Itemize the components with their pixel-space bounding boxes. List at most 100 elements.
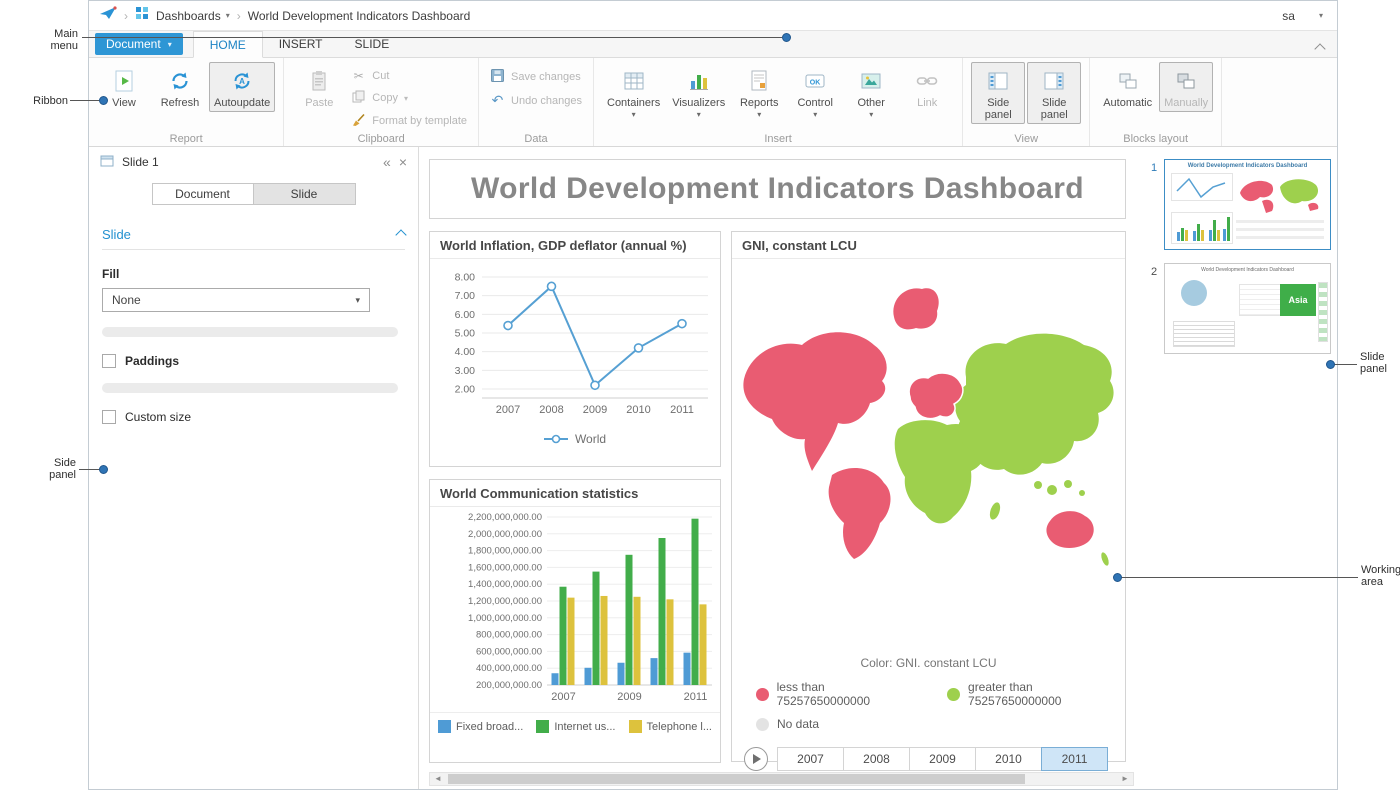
view-icon xyxy=(112,68,136,94)
map-year-button-2007[interactable]: 2007 xyxy=(777,747,844,771)
annotation-working-area-line xyxy=(1121,577,1358,578)
map-year-button-2008[interactable]: 2008 xyxy=(843,747,910,771)
close-panel-icon[interactable]: × xyxy=(399,155,407,169)
automatic-button[interactable]: Automatic xyxy=(1098,62,1157,112)
svg-text:5.00: 5.00 xyxy=(455,328,476,340)
map-legend-item-no-data: No data xyxy=(756,717,819,731)
thumbnail-list-strip xyxy=(1318,282,1328,342)
group-label-view: View xyxy=(963,133,1089,145)
scrollbar-thumb[interactable] xyxy=(448,774,1025,784)
side-panel-tab-document[interactable]: Document xyxy=(152,183,254,205)
map-year-button-2011[interactable]: 2011 xyxy=(1041,747,1108,771)
svg-text:3.00: 3.00 xyxy=(455,365,476,377)
link-button[interactable]: Link xyxy=(900,62,954,112)
world-map xyxy=(732,259,1125,649)
slide-section-header[interactable]: Slide xyxy=(89,227,418,242)
top-bar: › Dashboards▾ › World Development Indica… xyxy=(89,1,1337,31)
annotation-side-panel-line xyxy=(79,469,101,470)
svg-text:2008: 2008 xyxy=(539,404,563,416)
annotation-ribbon-line xyxy=(70,100,100,101)
reports-button[interactable]: Reports ▾ xyxy=(732,62,786,122)
group-label-insert: Insert xyxy=(594,133,962,145)
communication-bar-plot: 2,200,000,000.002,000,000,000.001,800,00… xyxy=(430,507,720,705)
map-region-asia xyxy=(955,334,1113,475)
svg-text:6.00: 6.00 xyxy=(455,309,476,321)
slide-2-number: 2 xyxy=(1151,266,1157,278)
fill-label: Fill xyxy=(102,267,405,281)
communication-bar-chart-panel[interactable]: World Communication statistics 2,200,000… xyxy=(429,479,721,763)
save-changes-button[interactable]: Save changes xyxy=(490,69,582,85)
other-button[interactable]: Other ▾ xyxy=(844,62,898,122)
annotation-side-panel-dot xyxy=(99,465,108,474)
screenshot-root: Mainmenu Ribbon Sidepanel Slidepanel Wor… xyxy=(0,0,1400,791)
fill-slider[interactable] xyxy=(102,327,398,337)
svg-text:2,000,000,000.00: 2,000,000,000.00 xyxy=(468,529,542,540)
play-icon xyxy=(753,754,761,764)
copy-button[interactable]: Copy ▾ xyxy=(351,90,467,106)
svg-text:OK: OK xyxy=(810,80,821,87)
collapse-panel-icon[interactable]: « xyxy=(383,155,391,169)
refresh-button[interactable]: Refresh xyxy=(153,62,207,112)
map-year-button-2010[interactable]: 2010 xyxy=(975,747,1042,771)
manually-button[interactable]: Manually xyxy=(1159,62,1213,112)
undo-changes-button[interactable]: ↶ Undo changes xyxy=(490,92,582,109)
control-button[interactable]: OK Control ▾ xyxy=(788,62,842,122)
autoupdate-icon: A xyxy=(230,68,254,94)
user-menu-chevron-icon[interactable]: ▾ xyxy=(1319,11,1323,20)
undo-icon: ↶ xyxy=(490,92,505,109)
tab-slide[interactable]: SLIDE xyxy=(339,31,406,58)
scroll-left-icon[interactable]: ◄ xyxy=(430,773,446,785)
map-region-island xyxy=(1047,485,1057,495)
user-name[interactable]: sa xyxy=(1282,9,1295,23)
slide-thumbnail-1[interactable]: World Development Indicators Dashboard xyxy=(1164,159,1331,250)
control-icon: OK xyxy=(803,68,827,94)
chevron-down-icon: ▾ xyxy=(869,110,873,119)
inflation-line-chart-panel[interactable]: World Inflation, GDP deflator (annual %)… xyxy=(429,231,721,467)
side-panel-tab-slide[interactable]: Slide xyxy=(254,183,356,205)
thumbnail-asia-block: Asia xyxy=(1280,284,1316,316)
refresh-icon xyxy=(168,68,192,94)
side-panel-button[interactable]: Side panel xyxy=(971,62,1025,124)
ribbon-collapse-button[interactable] xyxy=(1316,40,1325,49)
slide-thumbnail-2[interactable]: World Development Indicators Dashboard A… xyxy=(1164,263,1331,354)
automatic-layout-icon xyxy=(1116,68,1140,94)
tab-home[interactable]: HOME xyxy=(193,31,263,58)
svg-text:A: A xyxy=(239,77,245,86)
fill-select[interactable]: None ▾ xyxy=(102,288,370,312)
paste-button[interactable]: Paste xyxy=(292,62,346,112)
bar-chart-legend: Fixed broad...Internet us...Telephone l.… xyxy=(430,712,720,733)
app-logo-icon[interactable] xyxy=(99,6,117,25)
map-region-europe xyxy=(909,373,963,419)
gni-map-panel[interactable]: GNI, constant LCU Color: GNI. constant L… xyxy=(731,231,1126,762)
legend-swatch xyxy=(536,720,549,733)
format-by-template-button[interactable]: Format by template xyxy=(351,113,467,129)
scrollbar-track[interactable] xyxy=(446,773,1117,785)
play-button[interactable] xyxy=(744,747,768,771)
map-year-controls: 20072008200920102011 xyxy=(732,740,1125,771)
dashboard-title-panel[interactable]: World Development Indicators Dashboard xyxy=(429,159,1126,219)
map-year-button-2009[interactable]: 2009 xyxy=(909,747,976,771)
paddings-slider[interactable] xyxy=(102,383,398,393)
containers-button[interactable]: Containers ▾ xyxy=(602,62,665,122)
containers-icon xyxy=(622,68,646,94)
ribbon: View Refresh A Autoupdate Report xyxy=(89,58,1337,147)
custom-size-checkbox[interactable] xyxy=(102,410,116,424)
ribbon-group-view: Side panel Slide panel View xyxy=(963,58,1090,146)
autoupdate-button[interactable]: A Autoupdate xyxy=(209,62,275,112)
visualizers-button[interactable]: Visualizers ▾ xyxy=(667,62,730,122)
horizontal-scrollbar[interactable]: ◄ ► xyxy=(429,772,1134,786)
breadcrumb-dashboards[interactable]: Dashboards▾ xyxy=(156,9,230,23)
paddings-checkbox[interactable] xyxy=(102,354,116,368)
annotation-ribbon: Ribbon xyxy=(28,95,68,107)
tab-insert[interactable]: INSERT xyxy=(263,31,339,58)
svg-text:7.00: 7.00 xyxy=(455,290,476,302)
cut-button[interactable]: ✂ Cut xyxy=(351,69,467,83)
slide-panel-button[interactable]: Slide panel xyxy=(1027,62,1081,124)
scroll-right-icon[interactable]: ► xyxy=(1117,773,1133,785)
paddings-row: Paddings xyxy=(102,354,405,368)
map-region-island xyxy=(1034,481,1042,489)
line-legend-marker-icon xyxy=(544,434,568,444)
chevron-down-icon: ▾ xyxy=(404,94,408,103)
chevron-down-icon: ▾ xyxy=(168,40,172,49)
breadcrumb-separator: › xyxy=(237,9,241,23)
